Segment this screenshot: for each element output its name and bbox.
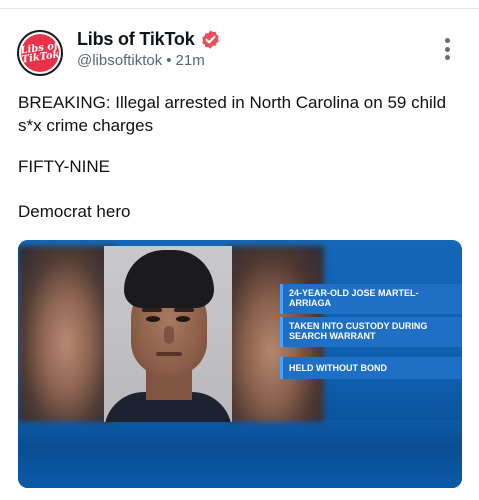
author-handle[interactable]: @libsoftiktok bbox=[77, 52, 162, 69]
mugshot-eye bbox=[176, 316, 190, 322]
mugshot-nose bbox=[164, 326, 174, 344]
blurred-face-left bbox=[18, 246, 114, 422]
post-text-paragraph: FIFTY-NINE bbox=[18, 157, 110, 176]
author-name-row: Libs of TikTok bbox=[77, 28, 221, 50]
avatar[interactable]: Libs of TikTok bbox=[17, 30, 63, 76]
post-card: Libs of TikTok Libs of TikTok @libsoftik… bbox=[0, 0, 479, 500]
author-meta: @libsoftiktok • 21m bbox=[77, 52, 205, 69]
caption-bond: HELD WITHOUT BOND bbox=[280, 357, 462, 379]
meta-separator: • bbox=[166, 52, 172, 69]
caption-custody: TAKEN INTO CUSTODY DURING SEARCH WARRANT bbox=[280, 317, 462, 347]
more-vertical-icon-dot bbox=[444, 55, 450, 60]
caption-name: 24-YEAR-OLD JOSE MARTEL-ARRIAGA bbox=[280, 284, 462, 314]
post-media-image[interactable]: 24-YEAR-OLD JOSE MARTEL-ARRIAGA TAKEN IN… bbox=[18, 240, 462, 488]
author-display-name[interactable]: Libs of TikTok bbox=[77, 29, 195, 50]
news-lower-third: 24-YEAR-OLD JOSE MARTEL-ARRIAGA TAKEN IN… bbox=[280, 284, 462, 382]
mugshot-brow bbox=[174, 308, 194, 312]
avatar-logo: Libs of TikTok bbox=[20, 34, 60, 72]
mugshot-mouth bbox=[156, 352, 182, 356]
more-options-button[interactable] bbox=[440, 38, 454, 60]
mugshot-hair bbox=[124, 250, 214, 308]
more-vertical-icon-dot bbox=[444, 46, 450, 52]
post-text-paragraph: Democrat hero bbox=[18, 202, 131, 221]
mugshot-eye bbox=[146, 316, 160, 322]
more-vertical-icon bbox=[444, 38, 450, 43]
media-bottom-band bbox=[18, 420, 462, 488]
post-timestamp[interactable]: 21m bbox=[176, 52, 205, 69]
mugshot-brow bbox=[142, 308, 162, 312]
mugshot-photo bbox=[104, 246, 232, 422]
verified-badge-icon bbox=[201, 29, 219, 49]
post-text-paragraph: BREAKING: Illegal arrested in North Caro… bbox=[18, 93, 447, 135]
